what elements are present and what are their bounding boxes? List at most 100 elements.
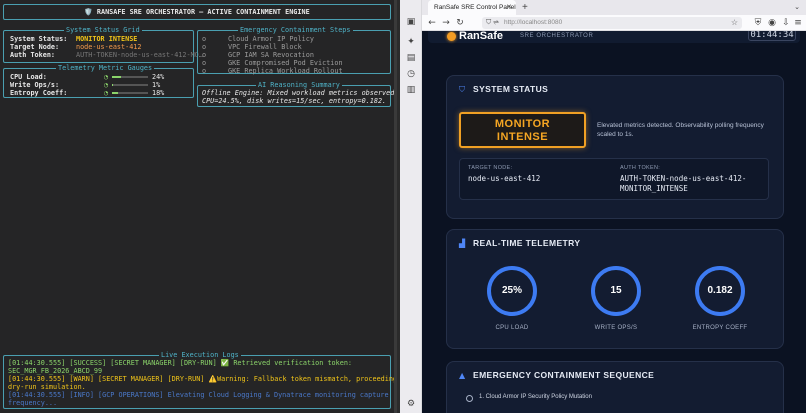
shield-icon: ⛉ [459, 85, 465, 94]
settings-gear-icon[interactable]: ⚙ [405, 398, 417, 410]
gauge-entropy-label: Entropy Coeff: [10, 89, 68, 97]
warning-icon: ▲ [459, 371, 466, 380]
target-node-label: Target Node: [10, 43, 60, 51]
status-value: MONITOR INTENSE [76, 35, 138, 43]
auth-token-value: AUTH-TOKEN-node-us-east-412-MO… [76, 51, 203, 59]
ai-title: AI Reasoning Summary [256, 81, 342, 89]
terminal-title: 🛡️ RANSAFE SRE ORCHESTRATOR — ACTIVE CON… [84, 8, 310, 16]
gauge-write-marker: ◔ [104, 81, 109, 89]
forward-icon[interactable]: → [440, 17, 452, 29]
target-node-label: TARGET NODE: [468, 165, 513, 171]
auth-token-label: AUTH TOKEN: [620, 165, 661, 171]
shield-icon: ⛉ ⇌ [486, 19, 499, 26]
reload-icon[interactable]: ↻ [454, 17, 466, 29]
containment-step-1[interactable]: 1. Cloud Armor IP Security Policy Mutati… [459, 392, 773, 406]
step-label: 1. Cloud Armor IP Security Policy Mutati… [479, 394, 592, 400]
step-item-2: VPC Firewall Block [228, 43, 302, 51]
auth-token-label: Auth Token: [10, 51, 56, 59]
write-ops-gauge: 15 [591, 266, 641, 316]
auth-token-line-2: MONITOR_INTENSE [620, 184, 688, 193]
bookmarks-icon[interactable]: ▤ [405, 52, 417, 64]
system-status-card: ⛉ SYSTEM STATUS MONITOR INTENSE Elevated… [446, 75, 784, 219]
step-item-3: GCP IAM SA Revocation [228, 51, 314, 59]
containment-title: EMERGENCY CONTAINMENT SEQUENCE [473, 370, 655, 380]
new-tab-icon[interactable]: + [522, 0, 528, 15]
gauge-write-bar [112, 84, 148, 86]
gauge-entropy-marker: ◔ [104, 89, 109, 97]
tab-ransafe[interactable]: RanSafe SRE Control Panel ✕ [428, 0, 516, 15]
containment-card: ▲ EMERGENCY CONTAINMENT SEQUENCE 1. Clou… [446, 361, 784, 413]
mode-line-1: MONITOR [494, 118, 551, 130]
cpu-gauge: 25% [487, 266, 537, 316]
gauge-cpu-value: 24% [152, 73, 165, 81]
back-icon[interactable]: ← [426, 17, 438, 29]
clock: 01:44:34 [748, 31, 796, 41]
entropy-gauge-value: 0.182 [707, 285, 733, 296]
logo-icon [447, 32, 456, 41]
step-marker-3: o [202, 51, 207, 59]
tab-close-icon[interactable]: ✕ [506, 0, 512, 15]
downloads-icon[interactable]: ▥ [405, 84, 417, 96]
step-radio-icon [466, 395, 473, 402]
write-ops-gauge-value: 15 [610, 285, 622, 296]
steps-title: Emergency Containment Steps [238, 26, 353, 34]
log-line: [01:44:30.555] [SUCCESS] [SECRET MANAGER… [8, 359, 353, 367]
url-text: http://localhost:8080 [504, 19, 563, 26]
brand-subtitle: SRE ORCHESTRATOR [520, 33, 594, 39]
ai-box: AI Reasoning Summary Offline Engine: Mix… [197, 81, 394, 107]
target-node-value: node-us-east-412 [76, 43, 142, 51]
logs-box[interactable]: Live Execution Logs [01:44:30.555] [SUCC… [3, 351, 394, 409]
step-marker-1: o [202, 35, 207, 43]
step-item-1: Cloud Armor IP Policy [228, 35, 314, 43]
auth-token-line-1: AUTH-TOKEN-node-us-east-412- [620, 174, 747, 183]
status-grid-box: System Status Grid System Status: MONITO… [3, 26, 203, 63]
menu-icon[interactable]: ≡ [792, 17, 804, 29]
sidebar-toggle-icon[interactable]: ▣ [405, 16, 417, 28]
reader-icon[interactable]: ⇩ [780, 17, 792, 29]
gauge-cpu-marker: ◔ [104, 73, 109, 81]
cpu-gauge-value: 25% [501, 285, 522, 296]
browser-sidebar: ▣ ✦ ▤ ◷ ▥ ⚙ [400, 0, 422, 413]
cpu-gauge-label: CPU LOAD [495, 325, 529, 331]
ai-line-1: Offline Engine: Mixed workload metrics o… [202, 89, 397, 97]
step-item-4: GKE Compromised Pod Eviction [228, 59, 343, 67]
url-bar[interactable]: ⛉ ⇌ http://localhost:8080 ☆ [482, 17, 742, 29]
write-ops-gauge-label: WRITE OPS/S [594, 325, 638, 331]
auth-token-value: AUTH-TOKEN-node-us-east-412- MONITOR_INT… [620, 174, 746, 194]
log-line: [01:44:30.555] [WARN] [SECRET MANAGER] [… [8, 375, 397, 383]
mode-badge: MONITOR INTENSE [459, 112, 586, 148]
gauge-write-label: Write Ops/s: [10, 81, 60, 89]
nav-bar: ← → ↻ ⛉ ⇌ http://localhost:8080 ☆ ⛨ ◉ ⇩ … [422, 15, 806, 31]
step-marker-5: o [202, 67, 207, 75]
gauge-cpu-label: CPU Load: [10, 73, 47, 81]
status-grid-title: System Status Grid [64, 26, 142, 34]
gauge-cpu-fill [112, 76, 121, 78]
terminal-title-box: 🛡️ RANSAFE SRE ORCHESTRATOR — ACTIVE CON… [3, 4, 391, 20]
account-icon[interactable]: ◉ [766, 17, 778, 29]
log-line: [01:44:30.555] [INFO] [GCP OPERATIONS] E… [8, 391, 389, 399]
gauges-title: Telemetry Metric Gauges [56, 64, 155, 72]
gauges-box: Telemetry Metric Gauges CPU Load: ◔ 24% … [3, 64, 194, 98]
telemetry-title: REAL-TIME TELEMETRY [473, 238, 581, 248]
history-icon[interactable]: ◷ [405, 68, 417, 80]
step-marker-2: o [202, 43, 207, 51]
terminal-pane[interactable]: 🛡️ RANSAFE SRE ORCHESTRATOR — ACTIVE CON… [0, 0, 397, 413]
gauge-write-value: 1% [152, 81, 161, 89]
tab-list-chevron-icon[interactable]: ⌄ [794, 0, 800, 15]
chart-icon: ▟ [459, 239, 466, 248]
extensions-icon[interactable]: ✦ [405, 36, 417, 48]
ai-line-2: CPU=24.5%, disk writes=15/sec, entropy=0… [202, 97, 387, 105]
gauge-entropy-fill [112, 92, 119, 94]
gauge-cpu-bar [112, 76, 148, 78]
step-marker-4: o [202, 59, 207, 67]
target-node-value: node-us-east-412 [468, 174, 541, 183]
bookmark-star-icon[interactable]: ☆ [731, 17, 738, 29]
tab-title: RanSafe SRE Control Panel [434, 4, 516, 11]
mode-line-2: INTENSE [496, 131, 549, 143]
telemetry-card: ▟ REAL-TIME TELEMETRY 25% CPU LOAD 15 WR… [446, 229, 784, 349]
pocket-icon[interactable]: ⛨ [752, 17, 764, 29]
app-header: RanSafe SRE ORCHESTRATOR 01:44:34 [428, 31, 800, 43]
app-content[interactable]: RanSafe SRE ORCHESTRATOR 01:44:34 ⛉ SYST… [422, 31, 806, 413]
log-line: SEC_MGR_FB_2026_ABCD_99 [8, 367, 103, 375]
steps-box: Emergency Containment Steps o Cloud Armo… [197, 26, 391, 75]
